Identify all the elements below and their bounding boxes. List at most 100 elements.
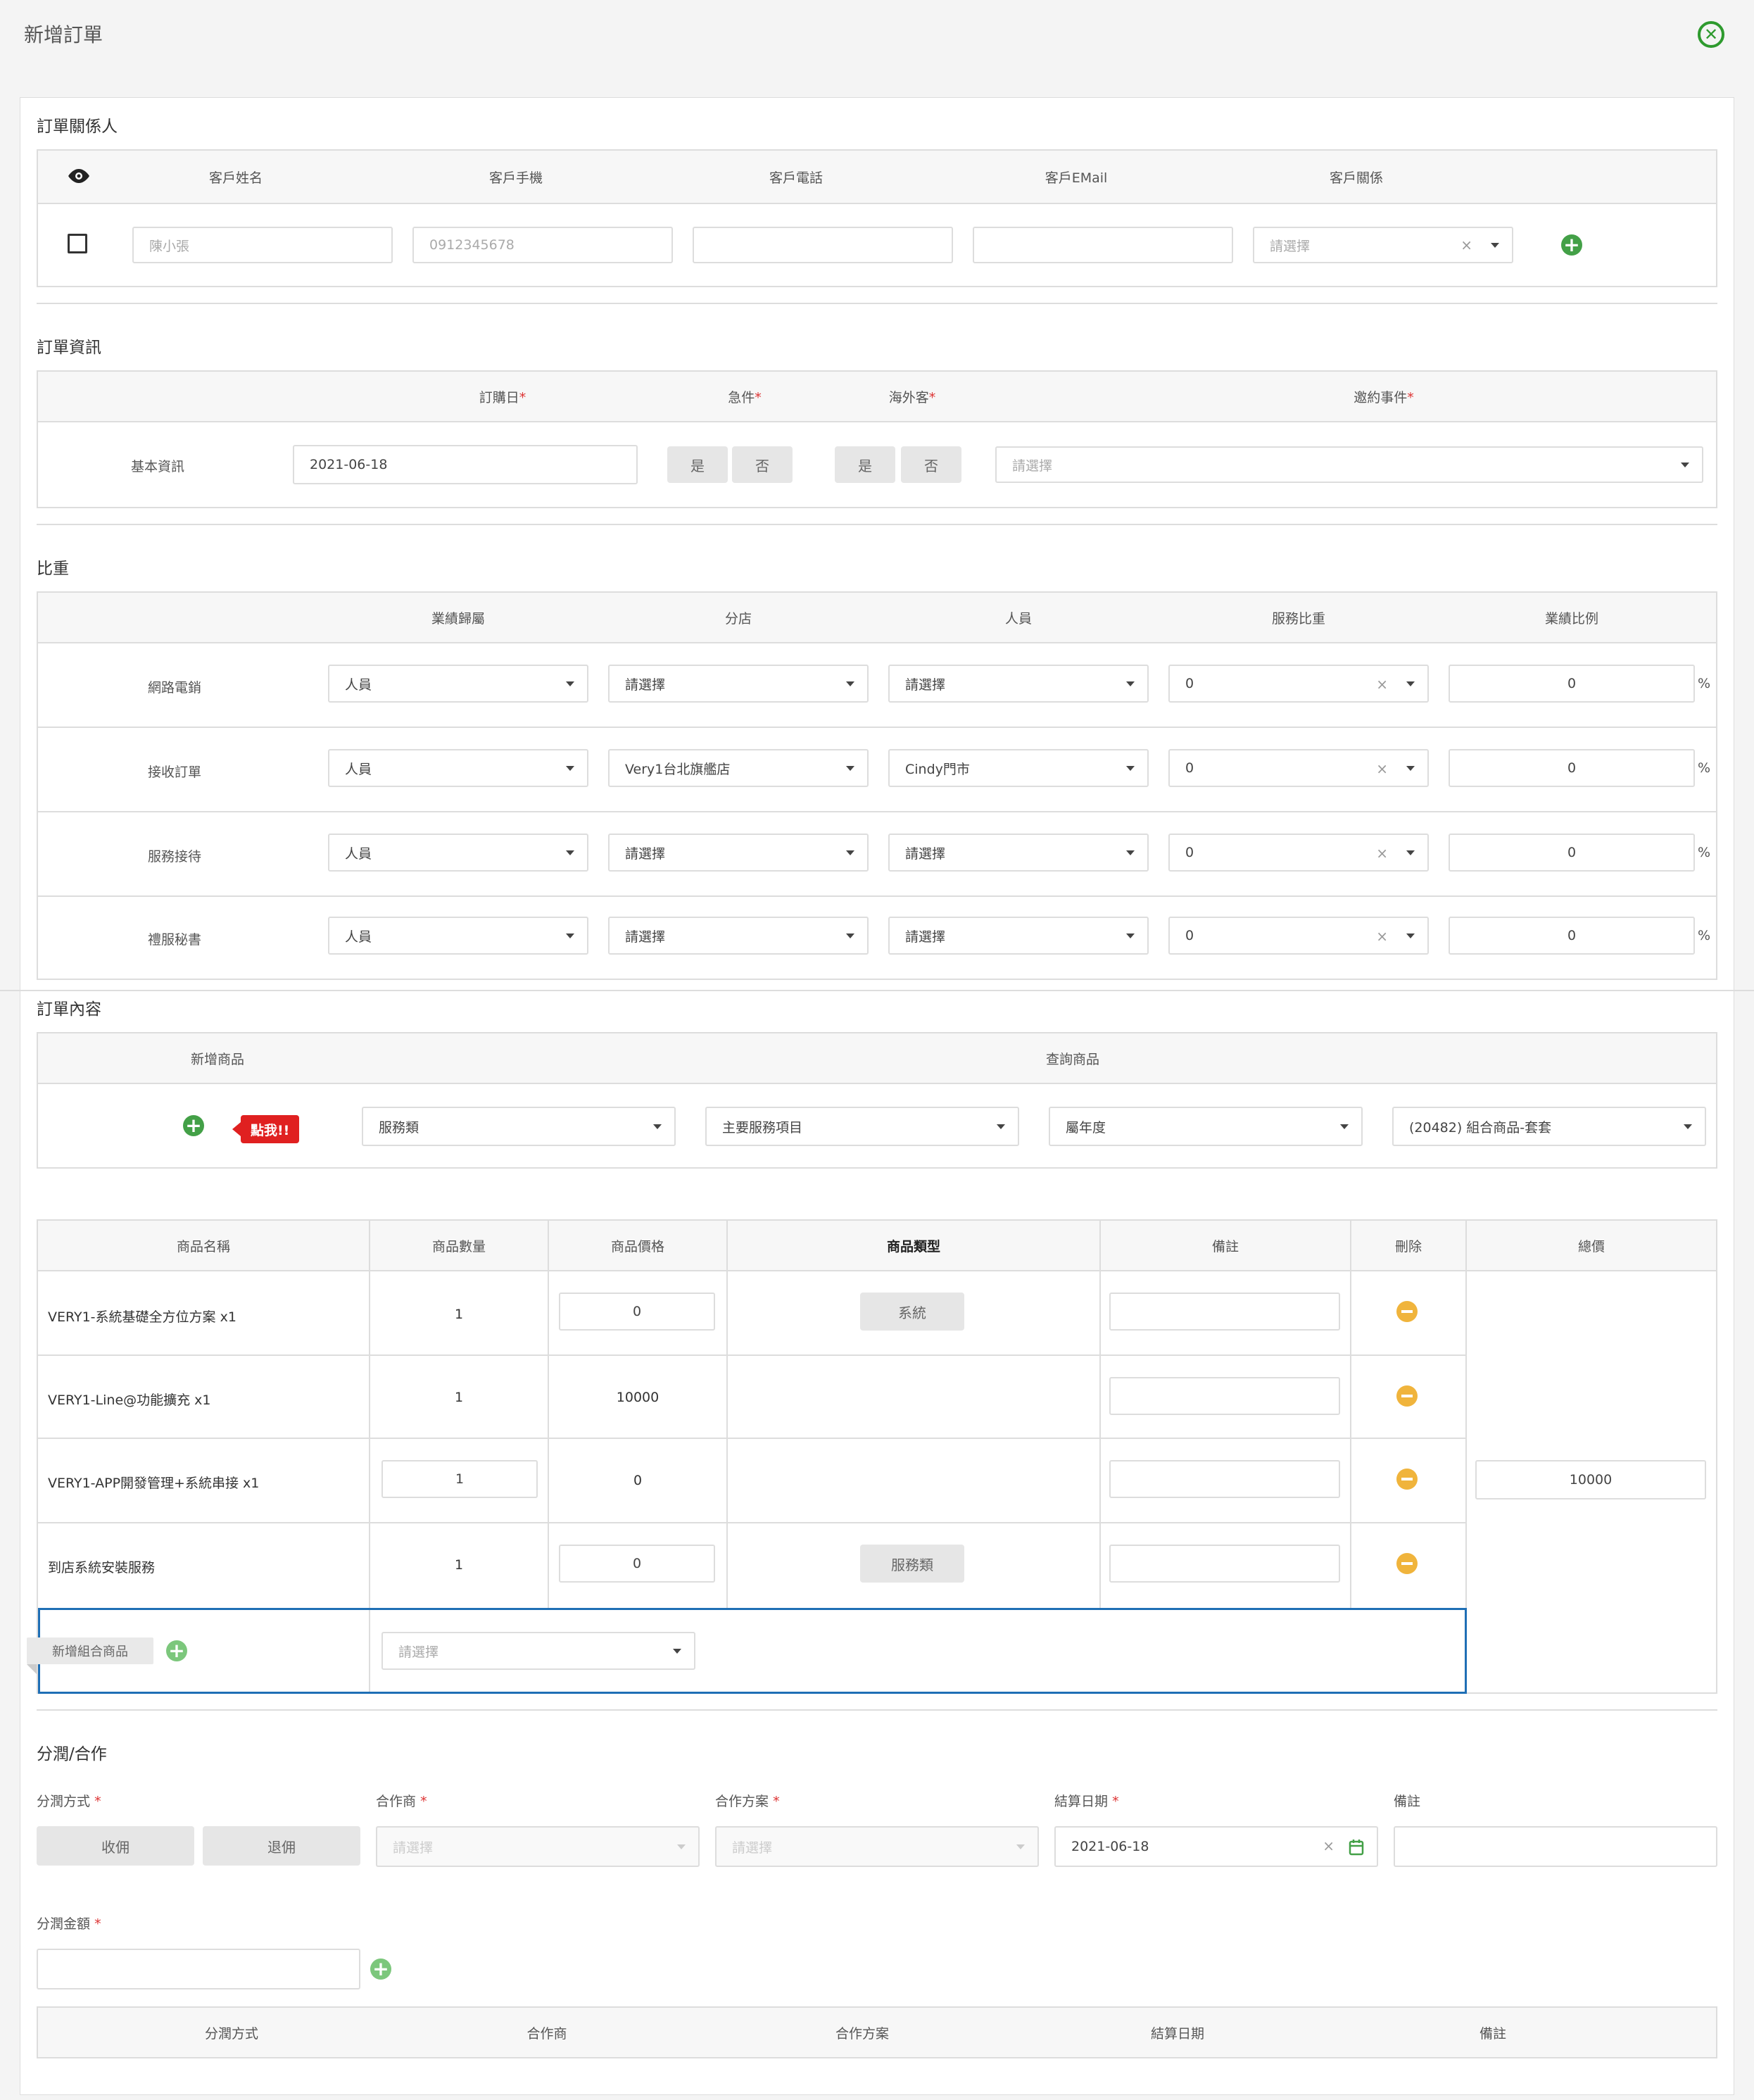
- th-customer-email: 客戶EMail: [1045, 170, 1108, 186]
- service-weight-select[interactable]: 0 ×: [1168, 917, 1429, 955]
- overseas-yes-button[interactable]: 是: [835, 446, 895, 483]
- split-table: 分潤方式 合作商 合作方案 結算日期 備註: [37, 2006, 1717, 2058]
- product-item-select[interactable]: (20482) 組合商品-套套: [1392, 1107, 1706, 1146]
- weight-row-label: 網路電銷: [148, 680, 202, 696]
- customer-name-input[interactable]: 陳小張: [132, 227, 393, 263]
- th-delete: 刪除: [1394, 1239, 1422, 1255]
- owner-select[interactable]: 人員: [328, 665, 588, 703]
- total-price-input[interactable]: 10000: [1475, 1460, 1706, 1499]
- split-amount-label: 分潤金額 *: [37, 1916, 101, 1932]
- service-weight-select[interactable]: 0 ×: [1168, 749, 1429, 787]
- staff-select[interactable]: 請選擇: [888, 665, 1149, 703]
- ratio-input[interactable]: 0: [1449, 834, 1695, 872]
- product-type-button[interactable]: 服務類: [860, 1545, 964, 1583]
- add-combo-row: [38, 1608, 1467, 1694]
- th-customer-name: 客戶姓名: [208, 170, 263, 186]
- ratio-input[interactable]: 0: [1449, 665, 1695, 703]
- page-title: 新增訂單: [24, 23, 103, 46]
- product-note-input[interactable]: [1109, 1293, 1340, 1331]
- weight-table: 業績歸屬 分店 人員 服務比重 業績比例 網路電銷 人員 請選擇 請選擇 0 × …: [37, 591, 1717, 980]
- row-label-basic-info: 基本資訊: [131, 459, 185, 474]
- product-subcategory-select[interactable]: 主要服務項目: [705, 1107, 1019, 1146]
- remove-icon[interactable]: [1396, 1301, 1418, 1322]
- th-plan: 合作方案: [835, 2026, 889, 2042]
- percent-label: %: [1698, 676, 1711, 691]
- close-icon[interactable]: ✕: [1698, 21, 1724, 48]
- order-date-input[interactable]: 2021-06-18: [293, 445, 638, 484]
- eye-icon[interactable]: [66, 168, 92, 188]
- branch-select[interactable]: 請選擇: [608, 834, 869, 872]
- weight-row-label: 接收訂單: [148, 765, 202, 780]
- add-product-icon[interactable]: +: [183, 1115, 204, 1136]
- staff-select[interactable]: Cindy門市: [888, 749, 1149, 787]
- product-qty: 1: [454, 1307, 464, 1322]
- add-split-icon[interactable]: +: [370, 1958, 391, 1980]
- add-combo-icon[interactable]: +: [166, 1640, 187, 1661]
- settle-date-label: 結算日期 *: [1054, 1794, 1119, 1809]
- customer-relation-select[interactable]: 請選擇 ×: [1253, 227, 1513, 263]
- section-title-contact: 訂單關係人: [37, 118, 118, 136]
- product-name: 到店系統安裝服務: [48, 1560, 156, 1576]
- urgent-yes-button[interactable]: 是: [667, 446, 728, 483]
- contact-checkbox[interactable]: [68, 234, 87, 253]
- add-contact-icon[interactable]: +: [1561, 234, 1582, 256]
- product-qty-input[interactable]: 1: [381, 1460, 538, 1498]
- plan-label: 合作方案 *: [715, 1794, 780, 1809]
- owner-select[interactable]: 人員: [328, 834, 588, 872]
- content-table: 新增商品 查詢商品 + 點我!! 服務類 主要服務項目 屬年度 (20482) …: [37, 1032, 1717, 1169]
- remove-icon[interactable]: [1396, 1469, 1418, 1490]
- ratio-input[interactable]: 0: [1449, 749, 1695, 787]
- product-list-table: 商品名稱 商品數量 商品價格 商品類型 備註 刪除 總價 VERY1-系統基礎全…: [27, 1219, 1717, 1694]
- click-me-badge[interactable]: 點我!!: [241, 1115, 300, 1143]
- invite-event-select[interactable]: 請選擇: [995, 446, 1703, 483]
- th-performance-owner: 業績歸屬: [431, 611, 485, 627]
- product-price: 0: [633, 1473, 643, 1488]
- th-partner: 合作商: [526, 2026, 567, 2042]
- branch-select[interactable]: 請選擇: [608, 665, 869, 703]
- product-note-input[interactable]: [1109, 1460, 1340, 1498]
- product-note-input[interactable]: [1109, 1545, 1340, 1583]
- th-performance-ratio: 業績比例: [1544, 611, 1598, 627]
- remove-icon[interactable]: [1396, 1385, 1418, 1407]
- calendar-icon[interactable]: [1349, 1839, 1364, 1859]
- product-type-button[interactable]: 系統: [860, 1293, 964, 1331]
- refund-commission-button[interactable]: 退佣: [203, 1826, 360, 1866]
- partner-label: 合作商 *: [376, 1794, 427, 1809]
- section-title-content: 訂單內容: [37, 1000, 101, 1019]
- th-product-price: 商品價格: [610, 1239, 664, 1255]
- product-price-input[interactable]: 0: [559, 1293, 715, 1331]
- plan-select[interactable]: 請選擇: [715, 1826, 1039, 1867]
- th-service-weight: 服務比重: [1271, 611, 1325, 627]
- owner-select[interactable]: 人員: [328, 749, 588, 787]
- partner-select[interactable]: 請選擇: [376, 1826, 700, 1867]
- th-overseas: 海外客*: [888, 390, 936, 405]
- product-qty: 1: [454, 1390, 464, 1405]
- staff-select[interactable]: 請選擇: [888, 917, 1149, 955]
- combo-select[interactable]: 請選擇: [381, 1632, 695, 1670]
- product-price-input[interactable]: 0: [559, 1545, 715, 1583]
- product-note-input[interactable]: [1109, 1377, 1340, 1415]
- collect-commission-button[interactable]: 收佣: [37, 1826, 194, 1866]
- split-note-input[interactable]: [1394, 1826, 1717, 1867]
- product-year-select[interactable]: 屬年度: [1049, 1107, 1363, 1146]
- weight-row-label: 禮服秘書: [148, 932, 202, 948]
- branch-select[interactable]: 請選擇: [608, 917, 869, 955]
- section-title-weight: 比重: [37, 560, 69, 578]
- urgent-no-button[interactable]: 否: [732, 446, 793, 483]
- customer-email-input[interactable]: [973, 227, 1233, 263]
- remove-icon[interactable]: [1396, 1553, 1418, 1574]
- th-order-date: 訂購日*: [479, 390, 526, 405]
- customer-mobile-input[interactable]: 0912345678: [412, 227, 673, 263]
- overseas-no-button[interactable]: 否: [901, 446, 961, 483]
- settle-date-input[interactable]: 2021-06-18 ×: [1054, 1826, 1378, 1867]
- customer-phone-input[interactable]: [693, 227, 953, 263]
- product-category-select[interactable]: 服務類: [362, 1107, 676, 1146]
- service-weight-select[interactable]: 0 ×: [1168, 665, 1429, 703]
- ratio-input[interactable]: 0: [1449, 917, 1695, 955]
- branch-select[interactable]: Very1台北旗艦店: [608, 749, 869, 787]
- th-customer-phone: 客戶電話: [769, 170, 823, 186]
- owner-select[interactable]: 人員: [328, 917, 588, 955]
- split-amount-input[interactable]: [37, 1949, 360, 1989]
- service-weight-select[interactable]: 0 ×: [1168, 834, 1429, 872]
- staff-select[interactable]: 請選擇: [888, 834, 1149, 872]
